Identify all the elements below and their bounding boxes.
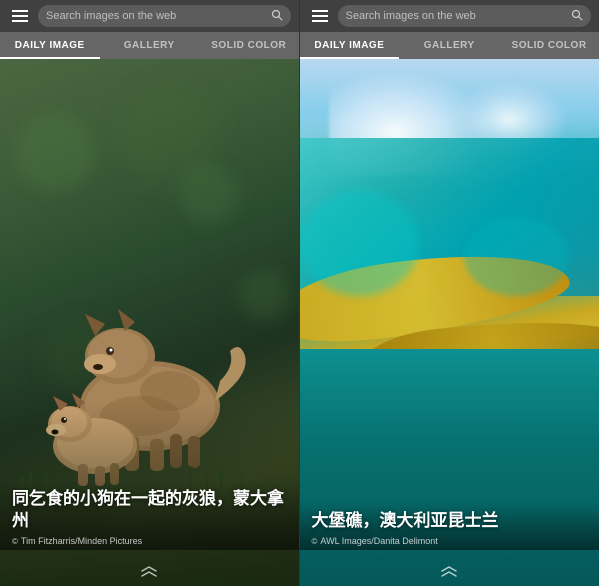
right-tabs: DAILY IMAGE GALLERY SOLID COLOR — [300, 32, 599, 59]
right-scroll-arrow[interactable] — [440, 566, 458, 580]
right-tab-solid[interactable]: SOLID COLOR — [499, 32, 599, 59]
left-tabs: DAILY IMAGE GALLERY SOLID COLOR — [0, 32, 299, 59]
left-search-input[interactable] — [46, 10, 267, 22]
right-header — [300, 0, 599, 32]
right-tab-daily[interactable]: DAILY IMAGE — [300, 32, 400, 59]
left-menu-icon[interactable] — [8, 6, 32, 26]
left-search-bar[interactable] — [38, 5, 291, 27]
left-tab-solid[interactable]: SOLID COLOR — [199, 32, 299, 59]
right-image-area: 大堡礁，澳大利亚昆士兰 © AWL Images/Danita Delimont — [300, 59, 599, 586]
left-scroll-arrow[interactable] — [140, 566, 158, 580]
right-caption-title: 大堡礁，澳大利亚昆士兰 — [312, 510, 588, 532]
right-tab-gallery[interactable]: GALLERY — [399, 32, 499, 59]
right-search-icon — [571, 9, 583, 24]
left-image-area: 同乞食的小狗在一起的灰狼，蒙大拿州 © Tim Fitzharris/Minde… — [0, 59, 299, 586]
left-tab-daily[interactable]: DAILY IMAGE — [0, 32, 100, 59]
left-caption-area: 同乞食的小狗在一起的灰狼，蒙大拿州 © Tim Fitzharris/Minde… — [0, 480, 299, 550]
right-panel: DAILY IMAGE GALLERY SOLID COLOR — [300, 0, 599, 586]
left-header — [0, 0, 299, 32]
right-caption-credit: © AWL Images/Danita Delimont — [312, 536, 588, 546]
left-caption-credit: © Tim Fitzharris/Minden Pictures — [12, 536, 287, 546]
right-menu-icon[interactable] — [308, 6, 332, 26]
left-caption-title: 同乞食的小狗在一起的灰狼，蒙大拿州 — [12, 488, 287, 532]
right-search-bar[interactable] — [338, 5, 592, 27]
left-tab-gallery[interactable]: GALLERY — [100, 32, 200, 59]
left-search-icon — [271, 9, 283, 24]
right-search-input[interactable] — [346, 10, 568, 22]
right-caption-area: 大堡礁，澳大利亚昆士兰 © AWL Images/Danita Delimont — [300, 502, 599, 550]
left-panel: DAILY IMAGE GALLERY SOLID COLOR — [0, 0, 300, 586]
